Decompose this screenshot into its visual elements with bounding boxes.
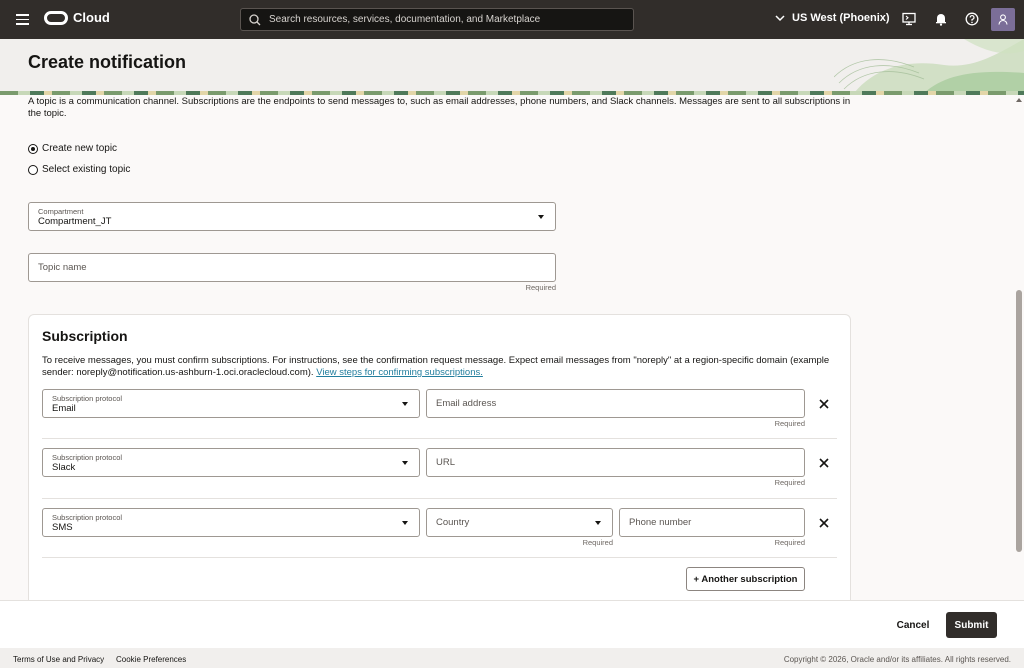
required-hint: Required	[774, 478, 805, 487]
caret-down-icon	[402, 460, 408, 465]
field-placeholder: URL	[436, 457, 456, 468]
caret-down-icon	[595, 520, 601, 525]
submit-button[interactable]: Submit	[946, 612, 997, 638]
menu-icon[interactable]	[16, 14, 29, 25]
row-divider	[42, 438, 837, 439]
search-icon	[249, 13, 261, 25]
help-icon[interactable]	[965, 12, 979, 26]
field-label: Subscription protocol	[52, 394, 123, 403]
field-placeholder: Topic name	[38, 262, 87, 273]
cookie-preferences-link[interactable]: Cookie Preferences	[116, 655, 186, 664]
remove-subscription-icon[interactable]	[818, 398, 830, 410]
protocol-select-email[interactable]: Subscription protocol Email	[42, 389, 420, 418]
required-hint: Required	[525, 283, 556, 292]
phone-number-input[interactable]: Phone number	[619, 508, 805, 537]
scroll-up-arrow-icon[interactable]	[1016, 98, 1022, 102]
field-placeholder: Email address	[436, 398, 497, 409]
caret-down-icon	[538, 214, 544, 219]
email-address-input[interactable]: Email address	[426, 389, 805, 418]
country-select[interactable]: Country	[426, 508, 613, 537]
user-icon	[998, 14, 1008, 25]
cloud-shell-icon[interactable]	[902, 12, 916, 26]
vertical-scrollbar[interactable]	[1014, 95, 1024, 600]
region-selector[interactable]: US West (Phoenix)	[775, 12, 890, 24]
region-label: US West (Phoenix)	[792, 12, 890, 24]
subscription-card: Subscription To receive messages, you mu…	[28, 314, 851, 600]
field-value: SMS	[52, 522, 73, 533]
field-value: Compartment_JT	[38, 216, 112, 227]
confirm-steps-link[interactable]: View steps for confirming subscriptions.	[316, 367, 483, 378]
field-placeholder: Phone number	[629, 517, 692, 528]
field-label: Subscription protocol	[52, 453, 123, 462]
notifications-bell-icon[interactable]	[934, 12, 948, 26]
radio-create-new-topic[interactable]: Create new topic	[28, 143, 117, 154]
compartment-select[interactable]: Compartment Compartment_JT	[28, 202, 556, 231]
subscription-description: To receive messages, you must confirm su…	[42, 355, 830, 378]
scrollbar-thumb[interactable]	[1016, 290, 1022, 552]
radio-label: Select existing topic	[42, 164, 131, 175]
radio-label: Create new topic	[42, 143, 118, 154]
field-placeholder: Country	[436, 517, 470, 528]
radio-button-checked[interactable]	[28, 143, 38, 154]
app-name: Cloud	[73, 10, 110, 25]
oracle-logo-icon	[44, 10, 68, 25]
subscription-title: Subscription	[42, 328, 128, 344]
protocol-select-slack[interactable]: Subscription protocol Slack	[42, 448, 420, 477]
required-hint: Required	[774, 419, 805, 428]
row-divider	[42, 498, 837, 499]
form-action-bar: Cancel Submit	[0, 600, 1024, 648]
row-divider	[42, 557, 837, 558]
field-label: Subscription protocol	[52, 513, 123, 522]
required-hint: Required	[774, 538, 805, 547]
remove-subscription-icon[interactable]	[818, 517, 830, 529]
user-avatar[interactable]	[991, 8, 1015, 31]
terms-link[interactable]: Terms of Use and Privacy	[13, 655, 104, 664]
required-hint: Required	[582, 538, 613, 547]
intro-text: A topic is a communication channel. Subs…	[28, 96, 851, 119]
radio-select-existing-topic[interactable]: Select existing topic	[28, 164, 130, 175]
page-header: Create notification	[0, 39, 1024, 93]
field-value: Slack	[52, 462, 76, 473]
field-value: Email	[52, 403, 76, 414]
caret-down-icon	[402, 520, 408, 525]
add-another-subscription-button[interactable]: + Another subscription	[686, 567, 805, 591]
field-label: Compartment	[38, 207, 84, 216]
caret-down-icon	[402, 401, 408, 406]
chevron-down-icon	[775, 14, 785, 21]
page-footer: Terms of Use and Privacy Cookie Preferen…	[0, 648, 1024, 668]
oracle-cloud-logo[interactable]: Cloud	[44, 10, 110, 25]
slack-url-input[interactable]: URL	[426, 448, 805, 477]
radio-button[interactable]	[28, 164, 38, 175]
remove-subscription-icon[interactable]	[818, 457, 830, 469]
topic-name-input[interactable]: Topic name	[28, 253, 556, 282]
decorative-leaf-pattern	[834, 39, 1024, 93]
cancel-button[interactable]: Cancel	[888, 613, 938, 637]
form-content: A topic is a communication channel. Subs…	[0, 95, 1014, 600]
protocol-select-sms[interactable]: Subscription protocol SMS	[42, 508, 420, 537]
search-input[interactable]	[269, 14, 609, 25]
global-search[interactable]	[240, 8, 634, 31]
page-title: Create notification	[28, 52, 187, 72]
top-navigation-bar: Cloud US West (Phoenix)	[0, 0, 1024, 39]
copyright-text: Copyright © 2026, Oracle and/or its affi…	[783, 655, 1011, 664]
